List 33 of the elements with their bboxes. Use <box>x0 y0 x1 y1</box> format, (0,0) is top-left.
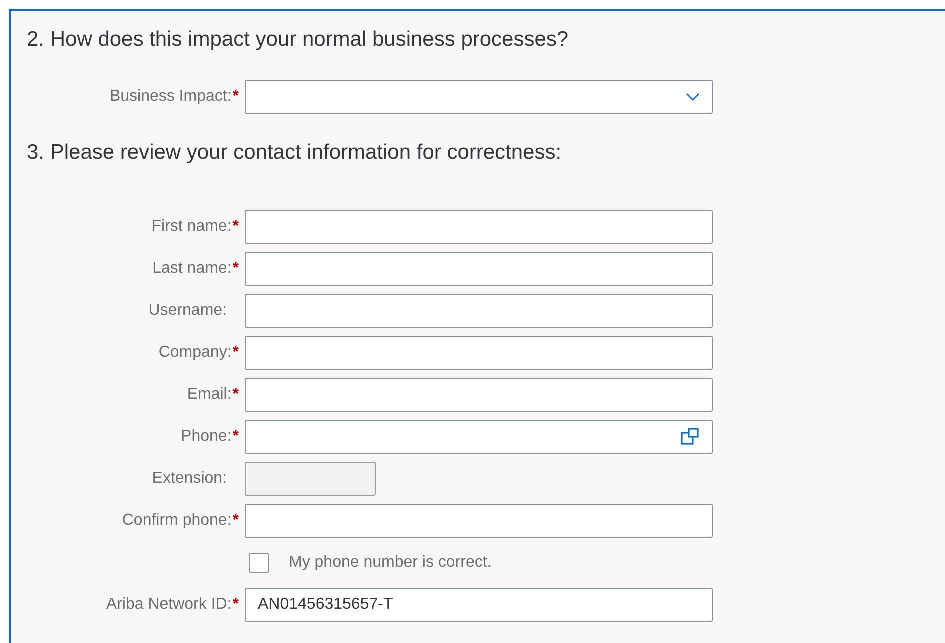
input-field[interactable] <box>245 378 713 412</box>
required-mark: * <box>232 344 239 362</box>
field-label: Company: <box>158 344 232 362</box>
checkbox[interactable] <box>249 553 269 573</box>
input-field[interactable] <box>245 336 713 370</box>
required-mark: * <box>232 386 239 404</box>
required-mark: * <box>232 428 239 446</box>
input-field[interactable] <box>245 252 713 286</box>
input-field[interactable]: AN01456315657-T <box>245 588 713 622</box>
required-mark: * <box>232 260 239 278</box>
field-label: Email: <box>187 386 232 404</box>
input-field[interactable] <box>245 294 713 328</box>
input-field[interactable] <box>245 504 713 538</box>
field-label: Username: <box>148 302 227 320</box>
field-label: Business Impact: <box>110 88 232 106</box>
required-mark: * <box>232 218 239 236</box>
phone-field[interactable] <box>245 420 713 454</box>
field-label: Confirm phone: <box>122 512 232 530</box>
required-mark: * <box>232 596 239 614</box>
value-help-icon <box>680 427 700 447</box>
dropdown-field[interactable] <box>245 80 713 114</box>
field-label: Phone: <box>181 428 232 446</box>
field-label: Last name: <box>152 260 232 278</box>
section-heading: 2. How does this impact your normal business processes? <box>26 27 570 53</box>
checkbox-label: My phone number is correct. <box>289 554 492 572</box>
field-label: First name: <box>152 218 232 236</box>
input-field[interactable] <box>245 210 713 244</box>
chevron-down-icon <box>686 93 700 101</box>
required-mark: * <box>232 88 239 106</box>
field-label: Ariba Network ID: <box>106 596 232 614</box>
required-mark: * <box>232 512 239 530</box>
field-label: Extension: <box>152 470 227 488</box>
section-heading: 3. Please review your contact information for correctness: <box>26 140 563 166</box>
